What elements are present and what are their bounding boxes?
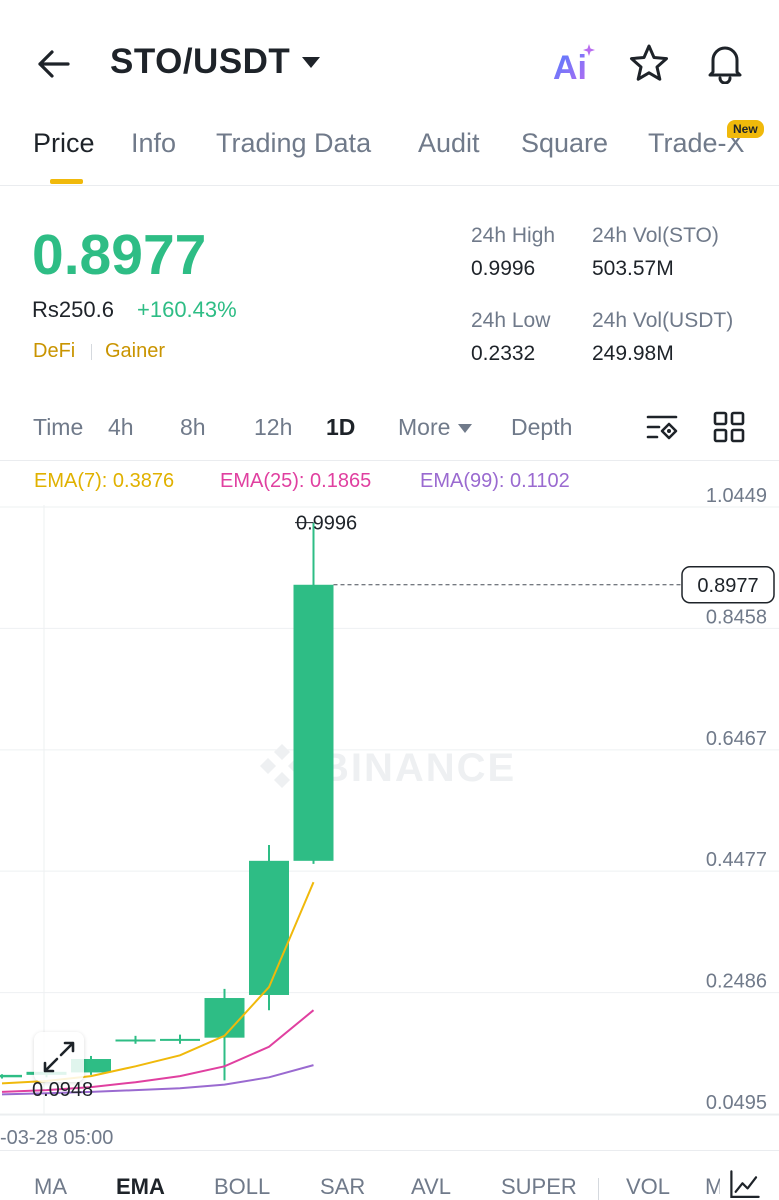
candle-body [160, 1038, 200, 1041]
watermark-text: BINANCE [320, 746, 516, 790]
timeframe-12h[interactable]: 12h [254, 414, 292, 441]
indicator-settings-button[interactable] [720, 1160, 779, 1200]
fullscreen-button[interactable] [34, 1032, 84, 1082]
candle-body [204, 998, 245, 1038]
tag-divider [91, 344, 92, 360]
y-tick-label: 0.8458 [706, 606, 767, 628]
depth-button[interactable]: Depth [511, 414, 572, 441]
toolbar-divider [0, 460, 779, 461]
ai-label: Ai [553, 49, 587, 82]
stat-high-value: 0.9996 [471, 257, 536, 280]
stat-vol-quote-label: 24h Vol(USDT) [592, 309, 734, 332]
y-tick-label: 1.0449 [706, 485, 767, 507]
timeframe-1d[interactable]: 1D [326, 414, 355, 441]
stat-vol-base-label: 24h Vol(STO) [592, 224, 719, 247]
indicator-super[interactable]: SUPER [501, 1174, 577, 1200]
header: STO/USDT Ai [0, 0, 779, 120]
ai-assistant-icon[interactable]: Ai [553, 42, 597, 82]
timeframe-more[interactable]: More [398, 414, 473, 441]
indicator-ema[interactable]: EMA [116, 1174, 165, 1200]
active-tab-indicator [50, 179, 83, 184]
tag-defi[interactable]: DeFi [33, 340, 75, 363]
timeframe-4h[interactable]: 4h [108, 414, 134, 441]
price-chart[interactable]: BINANCE 0.9996 0.8977 0.0948 1.0449 0.8458 0… [0, 470, 779, 1150]
caret-down-icon [458, 424, 473, 434]
fiat-price: Rs250.6 [32, 297, 114, 322]
low-marker-label: 0.0948 [32, 1079, 93, 1101]
timeframe-more-label: More [398, 414, 451, 440]
grid-layout-icon[interactable] [712, 410, 746, 444]
indicator-divider [0, 1150, 779, 1151]
caret-down-icon [302, 56, 321, 68]
tab-bar: Price Info Trading Data Audit Square Tra… [0, 120, 779, 186]
timeframe-time[interactable]: Time [33, 414, 83, 441]
stat-low-value: 0.2332 [471, 342, 536, 365]
timeframe-8h[interactable]: 8h [180, 414, 206, 441]
tag-gainer[interactable]: Gainer [105, 340, 165, 363]
indicator-sar[interactable]: SAR [320, 1174, 365, 1200]
y-tick-label: 0.2486 [706, 971, 767, 993]
bell-icon[interactable] [704, 40, 746, 84]
candle-body [115, 1039, 156, 1042]
pair-selector[interactable]: STO/USDT [110, 42, 321, 82]
price-change: +160.43% [137, 297, 237, 322]
high-marker-label: 0.9996 [296, 513, 357, 535]
ema99-legend: EMA(99): 0.1102 [420, 470, 570, 492]
tab-info[interactable]: Info [131, 128, 176, 159]
stat-low-label: 24h Low [471, 309, 551, 332]
candle-body [249, 860, 289, 995]
ema25-legend: EMA(25): 0.1865 [220, 470, 372, 492]
indicator-ma[interactable]: MA [34, 1174, 67, 1200]
expand-icon [43, 1041, 75, 1073]
indicator-vol[interactable]: VOL [626, 1174, 670, 1200]
y-tick-label: 0.6467 [706, 728, 767, 750]
stat-vol-quote-value: 249.98M [592, 342, 674, 365]
line-chart-icon [730, 1170, 760, 1199]
x-tick-label: -03-28 05:00 [0, 1127, 113, 1149]
current-price-label: 0.8977 [697, 575, 758, 597]
tab-square[interactable]: Square [521, 128, 608, 159]
candle-body [0, 1074, 22, 1078]
indicator-separator [598, 1178, 599, 1200]
stat-high-label: 24h High [471, 224, 556, 247]
indicator-avl[interactable]: AVL [411, 1174, 451, 1200]
new-badge: New [727, 120, 764, 138]
y-tick-label: 0.4477 [706, 849, 767, 871]
chart-grid [0, 505, 779, 1116]
candle-body [293, 584, 334, 861]
tab-price[interactable]: Price [33, 128, 95, 159]
tab-trading-data[interactable]: Trading Data [216, 128, 371, 159]
chart-settings-icon[interactable] [644, 410, 680, 446]
tab-audit[interactable]: Audit [418, 128, 480, 159]
y-tick-label: 0.0495 [706, 1092, 767, 1114]
pair-label: STO/USDT [110, 42, 291, 81]
last-price: 0.8977 [32, 223, 207, 287]
indicator-boll[interactable]: BOLL [214, 1174, 270, 1200]
stat-vol-base-value: 503.57M [592, 257, 674, 280]
ema7-legend: EMA(7): 0.3876 [34, 470, 175, 492]
star-icon[interactable] [628, 42, 670, 84]
back-arrow-icon[interactable] [34, 44, 74, 84]
